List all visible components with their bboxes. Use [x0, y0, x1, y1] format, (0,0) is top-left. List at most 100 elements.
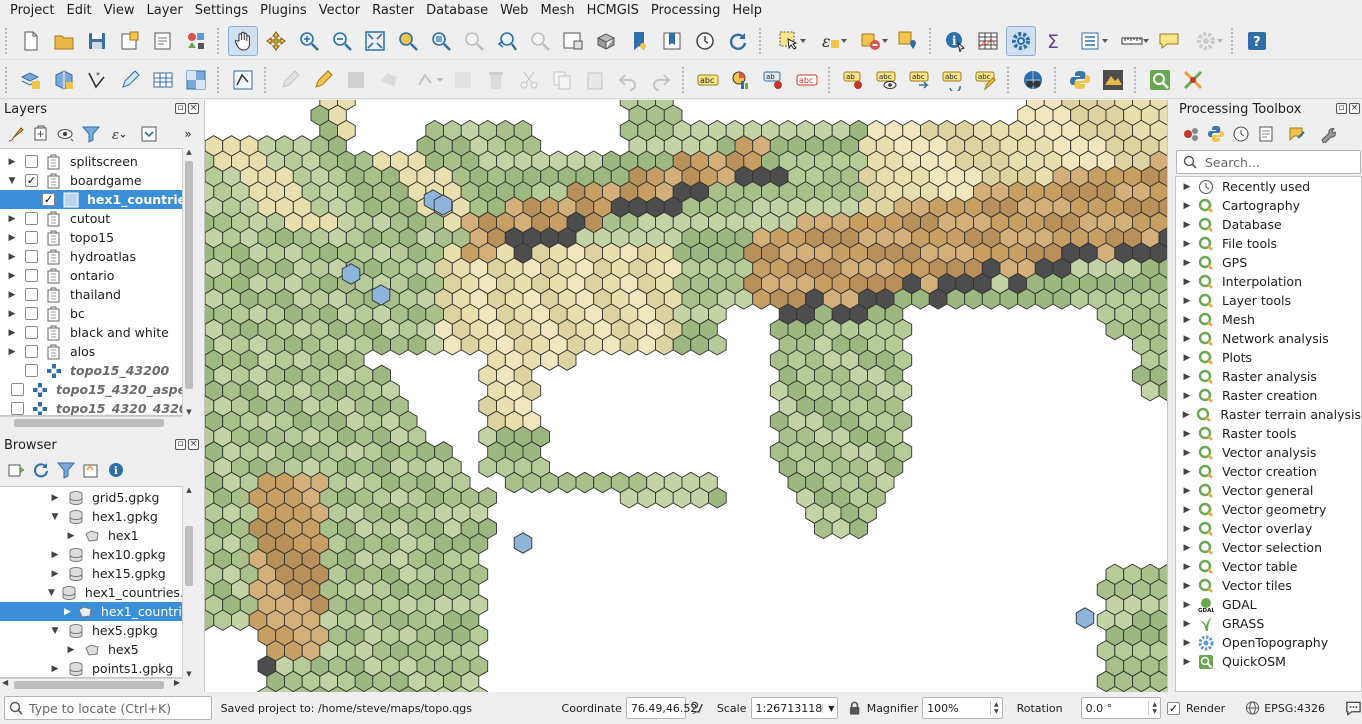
expand-right-icon[interactable]: ▶ — [64, 607, 71, 617]
expand-right-icon[interactable]: ▶ — [5, 233, 19, 243]
expand-right-icon[interactable]: ▶ — [1180, 353, 1194, 363]
processing-options-button[interactable] — [1318, 124, 1338, 144]
models-button[interactable] — [1181, 124, 1201, 144]
collapse-all-button[interactable] — [139, 124, 159, 144]
layer-visibility-checkbox[interactable]: ✓ — [25, 174, 38, 187]
provider-item[interactable]: ▶ Vector creation — [1176, 462, 1361, 481]
select-by-location-button[interactable] — [893, 26, 923, 56]
provider-item[interactable]: ▶ Database — [1176, 215, 1361, 234]
move-label-button[interactable]: abc — [905, 65, 935, 95]
expand-right-icon[interactable]: ▶ — [5, 309, 19, 319]
browser-item[interactable]: ▶ grid5.gpkg — [0, 488, 182, 507]
delete-selected-button[interactable] — [481, 65, 511, 95]
rotation-spinbox[interactable]: 0.0 ° ▲ ▼ — [1080, 697, 1161, 719]
new-3d-map-view-button[interactable] — [591, 26, 621, 56]
zoom-next-button[interactable] — [525, 26, 555, 56]
add-delimited-text-button[interactable] — [115, 65, 145, 95]
expand-right-icon[interactable]: ▶ — [1180, 296, 1194, 306]
edit-features-in-place-button[interactable] — [1287, 124, 1307, 144]
provider-item[interactable]: ▶ QuickOSM — [1176, 652, 1361, 671]
expand-right-icon[interactable]: ▶ — [1180, 372, 1194, 382]
layer-visibility-checkbox[interactable] — [25, 326, 38, 339]
layer-item[interactable]: topo15_43200 — [0, 361, 182, 380]
expand-right-icon[interactable]: ▶ — [48, 664, 62, 674]
browser-item[interactable]: ▼ hex5.gpkg — [0, 621, 182, 640]
locator-input[interactable]: Type to locate (Ctrl+K) — [4, 696, 212, 720]
map-canvas[interactable] — [204, 100, 1168, 692]
layer-item[interactable]: ▶ thailand — [0, 285, 182, 304]
layer-visibility-checkbox[interactable] — [11, 383, 24, 396]
expand-right-icon[interactable]: ▶ — [1180, 429, 1194, 439]
layer-item[interactable]: ▶ cutout — [0, 209, 182, 228]
manage-themes-button[interactable] — [56, 124, 76, 144]
cut-features-button[interactable] — [514, 65, 544, 95]
expand-right-icon[interactable]: ▶ — [1180, 638, 1194, 648]
provider-item[interactable]: ▶ Vector overlay — [1176, 519, 1361, 538]
show-bookmarks-button[interactable] — [657, 26, 687, 56]
layer-visibility-checkbox[interactable] — [25, 345, 38, 358]
provider-item[interactable]: ▶ Raster creation — [1176, 386, 1361, 405]
menu-plugins[interactable]: Plugins — [254, 0, 313, 22]
current-edits-button[interactable] — [228, 65, 258, 95]
add-wms-layer-button[interactable] — [148, 65, 178, 95]
expand-right-icon[interactable]: ▶ — [1180, 220, 1194, 230]
expand-down-icon[interactable]: ▼ — [48, 512, 62, 522]
provider-item[interactable]: ▶ GRASS — [1176, 614, 1361, 633]
undo-button[interactable] — [613, 65, 643, 95]
zoom-to-layer-button[interactable] — [426, 26, 456, 56]
new-project-button[interactable] — [16, 26, 46, 56]
quickosm-button[interactable] — [1145, 65, 1175, 95]
plugin-settings-button[interactable] — [1187, 26, 1225, 56]
zoom-last-button[interactable] — [492, 26, 522, 56]
render-checkbox[interactable]: ✓ — [1167, 701, 1180, 715]
browser-item[interactable]: ▼ hex1.gpkg — [0, 507, 182, 526]
menu-mesh[interactable]: Mesh — [534, 0, 580, 22]
float-panel-button[interactable]: ▫ — [1336, 103, 1347, 114]
toolbar-handle[interactable] — [828, 66, 834, 93]
show-hide-labels-button[interactable]: abc — [872, 65, 902, 95]
browser-horizontal-scrollbar[interactable]: ◀ ▶ — [0, 678, 182, 691]
expand-right-icon[interactable]: ▶ — [1180, 277, 1194, 287]
expand-right-icon[interactable]: ▶ — [1180, 619, 1194, 629]
menu-edit[interactable]: Edit — [60, 0, 97, 22]
browser-vertical-scrollbar[interactable]: ▲ ▼ — [182, 486, 195, 678]
expand-right-icon[interactable]: ▶ — [48, 550, 62, 560]
layer-visibility-checkbox[interactable] — [25, 269, 38, 282]
provider-item[interactable]: ▶ Raster tools — [1176, 424, 1361, 443]
copy-features-button[interactable] — [547, 65, 577, 95]
expand-right-icon[interactable]: ▶ — [1180, 505, 1194, 515]
provider-item[interactable]: ▶ Vector analysis — [1176, 443, 1361, 462]
layer-item[interactable]: ▶ black and white — [0, 323, 182, 342]
hcmgis-button[interactable] — [1178, 65, 1208, 95]
rotate-label-button[interactable]: abc — [938, 65, 968, 95]
provider-item[interactable]: ▶ Plots — [1176, 348, 1361, 367]
provider-item[interactable]: ▶ Interpolation — [1176, 272, 1361, 291]
toolbar-handle[interactable] — [1007, 66, 1013, 93]
vertex-tool-button[interactable] — [407, 65, 445, 95]
provider-item[interactable]: ▶ File tools — [1176, 234, 1361, 253]
zoom-full-button[interactable] — [360, 26, 390, 56]
expand-right-icon[interactable]: ▶ — [5, 214, 19, 224]
highlight-pinned-labels-button[interactable]: ab — [759, 65, 789, 95]
layer-item[interactable]: ▶ ontario — [0, 266, 182, 285]
menu-layer[interactable]: Layer — [141, 0, 189, 22]
provider-item[interactable]: ▶ Raster analysis — [1176, 367, 1361, 386]
refresh-button[interactable] — [723, 26, 753, 56]
provider-item[interactable]: ▶ Layer tools — [1176, 291, 1361, 310]
zoom-out-button[interactable] — [327, 26, 357, 56]
collapse-browser-button[interactable] — [81, 460, 101, 480]
layer-item[interactable]: topo15_4320_aspect — [0, 380, 182, 399]
expand-down-icon[interactable]: ▼ — [48, 588, 55, 598]
temporal-controller-button[interactable] — [690, 26, 720, 56]
expand-right-icon[interactable]: ▶ — [1180, 657, 1194, 667]
menu-settings[interactable]: Settings — [189, 0, 254, 22]
filter-legend-button[interactable] — [81, 124, 101, 144]
provider-item[interactable]: ▶ Cartography — [1176, 196, 1361, 215]
select-features-button[interactable] — [770, 26, 808, 56]
toolbar-handle[interactable] — [217, 66, 223, 93]
browser-item[interactable]: ▶ points1.gpkg — [0, 659, 182, 677]
expand-right-icon[interactable]: ▶ — [1180, 543, 1194, 553]
expand-right-icon[interactable]: ▶ — [1180, 391, 1194, 401]
plugin-tool-button[interactable] — [1098, 65, 1128, 95]
expand-right-icon[interactable]: ▶ — [5, 252, 19, 262]
